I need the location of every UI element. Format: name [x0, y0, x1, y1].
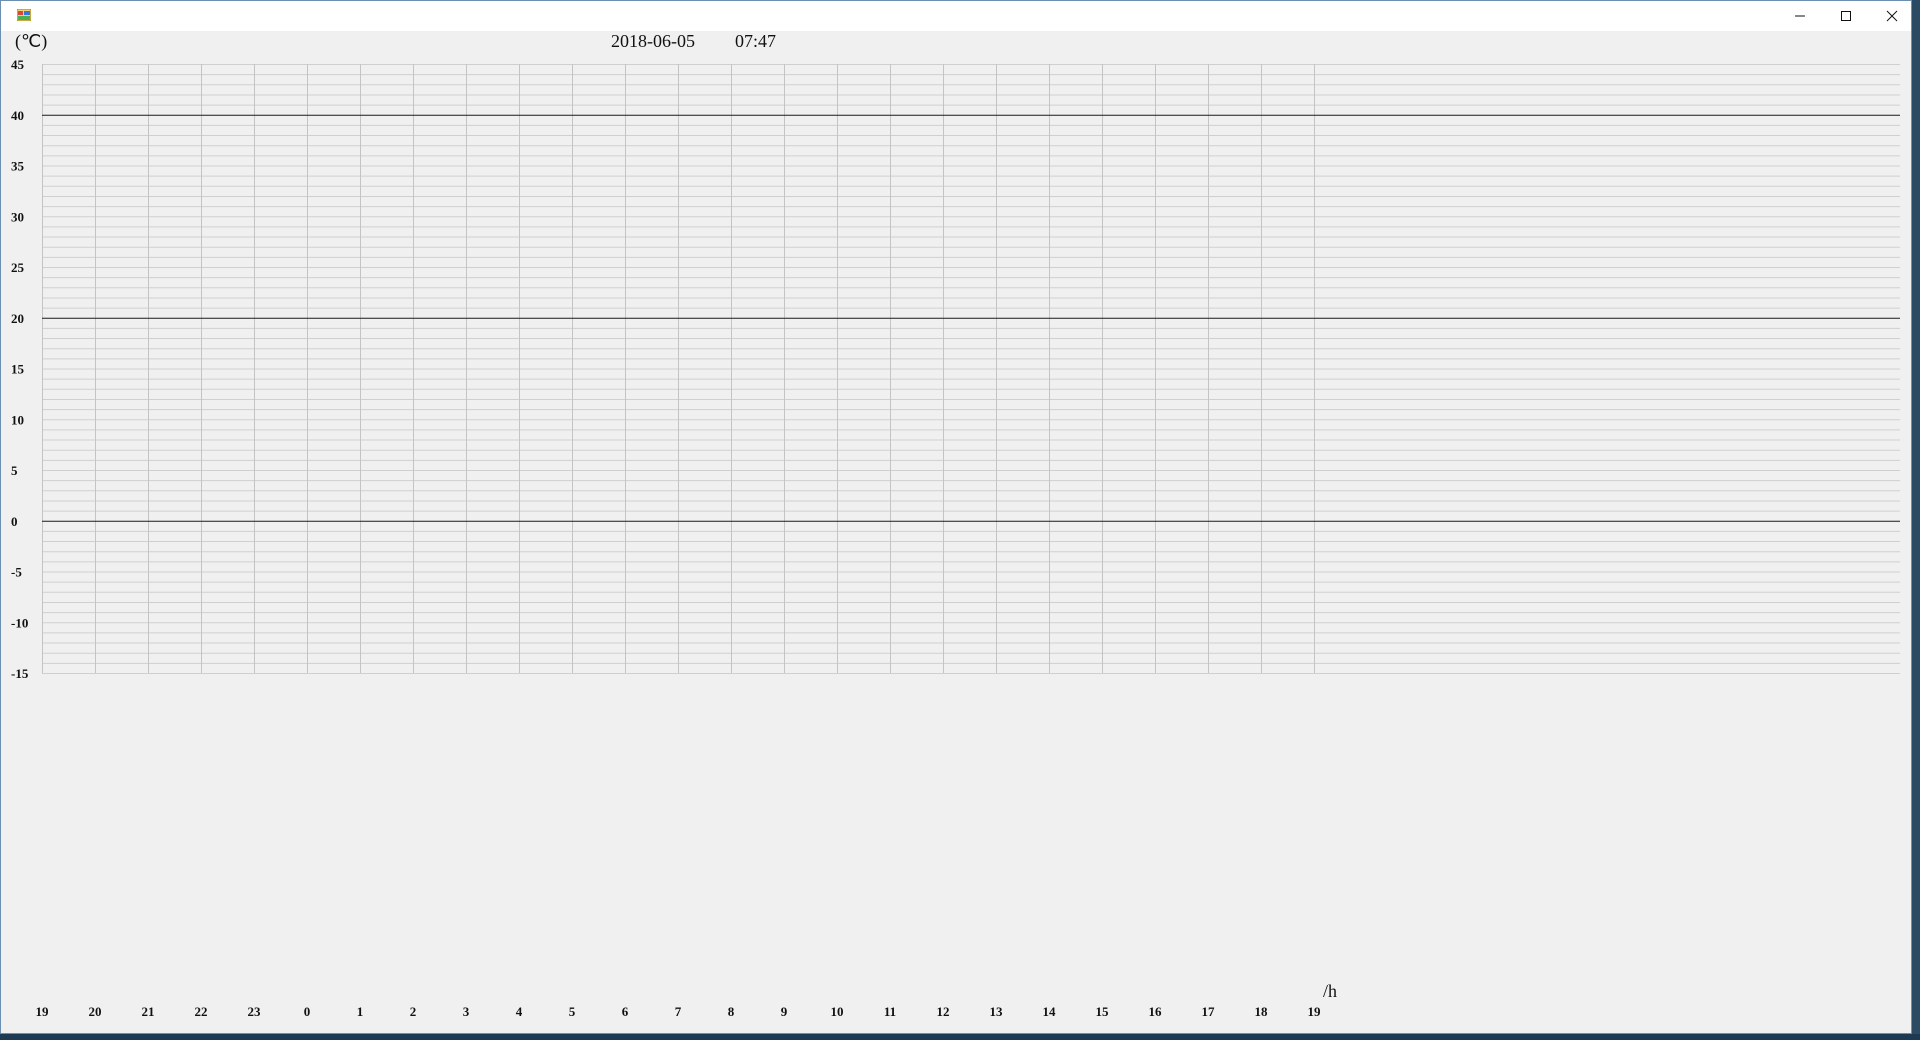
title-bar[interactable]: [1, 1, 1911, 31]
chart-time: 07:47: [735, 31, 776, 51]
x-tick-label: 0: [304, 1004, 311, 1019]
x-tick-label: 4: [516, 1004, 523, 1019]
taskbar-strip: [0, 1034, 1920, 1040]
minimize-button[interactable]: [1777, 1, 1823, 31]
maximize-icon: [1841, 11, 1851, 21]
x-tick-label: 10: [831, 1004, 844, 1019]
chart-date: 2018-06-05: [611, 31, 695, 51]
y-tick-label: -15: [11, 666, 29, 681]
x-tick-label: 17: [1202, 1004, 1216, 1019]
y-tick-label: 35: [11, 159, 25, 174]
grid-lines: [42, 64, 1900, 674]
y-tick-label: 5: [11, 463, 18, 478]
y-tick-label: -10: [11, 615, 28, 630]
x-tick-label: 21: [142, 1004, 155, 1019]
x-tick-label: 19: [36, 1004, 50, 1019]
x-tick-label: 15: [1096, 1004, 1110, 1019]
x-tick-label: 2: [410, 1004, 417, 1019]
x-tick-label: 20: [89, 1004, 102, 1019]
x-tick-label: 5: [569, 1004, 576, 1019]
y-tick-label: 45: [11, 57, 25, 72]
y-tick-label: 25: [11, 260, 25, 275]
y-tick-label: -5: [11, 565, 22, 580]
y-tick-label: 0: [11, 514, 18, 529]
x-tick-label: 8: [728, 1004, 735, 1019]
x-tick-label: 19: [1308, 1004, 1322, 1019]
y-axis-ticks: 45 40 35 30 25 20 15 10 5 0 -5 -10 -15: [11, 57, 29, 681]
x-tick-label: 1: [357, 1004, 364, 1019]
x-tick-label: 22: [195, 1004, 208, 1019]
y-tick-label: 40: [11, 108, 24, 123]
x-tick-label: 3: [463, 1004, 470, 1019]
x-axis-ticks: 19 20 21 22 23 0 1 2 3 4 5 6 7 8 9 10 11 12 13 14 15 16 17 18 19: [36, 1004, 1322, 1019]
app-icon: [17, 9, 31, 21]
x-tick-label: 18: [1255, 1004, 1269, 1019]
chart-canvas: (℃) 2018-06-05 07:47 /h 4540353025201510…: [11, 31, 1900, 1019]
x-tick-label: 9: [781, 1004, 788, 1019]
close-icon: [1886, 10, 1898, 22]
temperature-chart: (℃) 2018-06-05 07:47 /h 45 40 35 30 25 20 15 10…: [1, 31, 1913, 1035]
minimize-icon: [1795, 15, 1805, 17]
x-tick-label: 6: [622, 1004, 629, 1019]
x-tick-label: 14: [1043, 1004, 1057, 1019]
y-tick-label: 15: [11, 362, 25, 377]
y-tick-label: 20: [11, 311, 24, 326]
y-axis-unit-label: (℃): [15, 31, 47, 52]
x-axis-unit-label: /h: [1323, 981, 1337, 1001]
close-button[interactable]: [1869, 1, 1915, 31]
app-window: (℃) 2018-06-05 07:47 /h 45 40 35 30 25 20 15 10…: [0, 0, 1912, 1034]
x-tick-label: 23: [248, 1004, 262, 1019]
x-tick-label: 7: [675, 1004, 682, 1019]
x-tick-label: 16: [1149, 1004, 1163, 1019]
x-tick-label: 13: [990, 1004, 1004, 1019]
y-tick-label: 30: [11, 209, 24, 224]
x-tick-label: 12: [937, 1004, 950, 1019]
x-tick-label: 11: [884, 1004, 896, 1019]
y-tick-label: 10: [11, 412, 24, 427]
maximize-button[interactable]: [1823, 1, 1869, 31]
